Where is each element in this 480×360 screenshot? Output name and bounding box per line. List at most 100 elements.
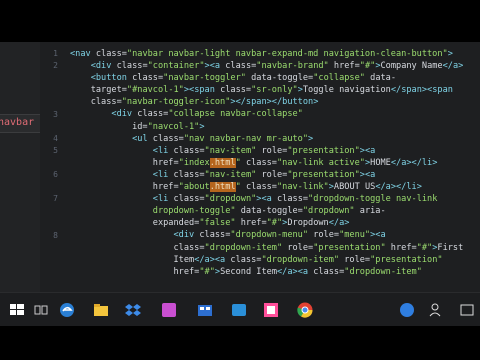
edge-icon[interactable] (58, 301, 76, 319)
code-token: "#" (359, 61, 376, 72)
code-line[interactable]: <div class="dropdown-menu" role="menu"><… (70, 229, 480, 241)
code-token: "dropdown-item" (261, 254, 340, 265)
code-token: ></span></button> (230, 97, 319, 108)
code-token: role= (256, 169, 288, 180)
code-token: > (199, 121, 205, 132)
code-token: Dropdown (287, 218, 329, 229)
code-token: class= (240, 157, 277, 168)
code-token: </a> (442, 61, 464, 72)
code-line[interactable]: <nav class="navbar navbar-light navbar-e… (70, 48, 480, 60)
code-token: "navcol-1" (147, 121, 200, 132)
code-line[interactable]: <button class="navbar-toggler" data-togg… (70, 72, 480, 84)
code-token: "presentation" (287, 145, 360, 156)
code-line[interactable]: dropdown-toggle" data-toggle="dropdown" … (70, 205, 480, 217)
code-area[interactable]: <nav class="navbar navbar-light navbar-e… (70, 48, 480, 292)
file-explorer-icon[interactable] (92, 301, 110, 319)
code-line[interactable]: href="index.html" class="nav-link active… (70, 157, 480, 169)
code-editor[interactable]: navbar 12345678 <nav class="navbar navba… (0, 42, 480, 292)
code-line[interactable]: target="#navcol-1"><span class="sr-only"… (70, 84, 480, 96)
people-icon[interactable] (428, 301, 446, 319)
windows-icon[interactable] (8, 301, 26, 319)
code-token: class= (173, 145, 205, 156)
code-line[interactable]: href="#">Second Item</a><a class="dropdo… (70, 266, 480, 278)
code-line[interactable]: <li class="nav-item" role="presentation"… (70, 145, 480, 157)
code-line[interactable]: <li class="nav-item" role="presentation"… (70, 169, 480, 181)
dropbox-icon[interactable] (124, 301, 142, 319)
app-icon[interactable] (262, 301, 280, 319)
code-token: HOME (370, 157, 391, 168)
code-token: href= (70, 157, 179, 168)
code-token: ABOUT US (333, 182, 376, 193)
app-icon[interactable] (160, 301, 178, 319)
code-line[interactable]: <div class="collapse navbar-collapse" (70, 108, 480, 120)
code-token: data- (364, 73, 397, 84)
code-token: href= (70, 266, 200, 277)
code-line[interactable]: class="dropdown-item" role="presentation… (70, 242, 480, 254)
code-line[interactable] (70, 278, 480, 290)
code-token: "navbar-toggler-icon" (121, 97, 231, 108)
windows-taskbar (0, 292, 480, 327)
code-token: "false" (199, 218, 236, 229)
code-line[interactable]: expanded="false" href="#">Dropdown</a> (70, 217, 480, 229)
code-token: "presentation" (287, 169, 360, 180)
code-line[interactable]: <ul class="nav navbar-nav mr-auto"> (70, 133, 480, 145)
code-token: ><a (204, 61, 226, 72)
code-line[interactable]: id="navcol-1"> (70, 121, 480, 133)
store-icon[interactable] (196, 301, 214, 319)
action-center-icon[interactable] (458, 301, 476, 319)
code-token: class= (70, 97, 122, 108)
code-token: "navbar-toggler" (163, 73, 246, 84)
dropbox-tray-icon[interactable] (398, 301, 416, 319)
code-token: <li (152, 145, 174, 156)
highlighted-token: .html (209, 182, 236, 193)
chrome-icon[interactable] (296, 301, 314, 319)
app-icon[interactable] (230, 301, 248, 319)
code-token: ><a (370, 230, 386, 241)
code-token: id= (70, 121, 148, 132)
code-token: href= (328, 61, 360, 72)
code-token: href= (235, 218, 267, 229)
line-number: 3 (53, 109, 58, 119)
code-token: <li (152, 169, 174, 180)
code-token: class= (199, 230, 231, 241)
code-token: href= (385, 242, 417, 253)
task-view-icon[interactable] (32, 301, 50, 319)
code-line[interactable]: href="about.html" class="nav-link">ABOUT… (70, 181, 480, 193)
code-token: aria- (354, 206, 386, 217)
code-token: <div (90, 61, 117, 72)
code-token: expanded= (70, 218, 200, 229)
code-token: "#" (199, 266, 215, 277)
code-token: class= (173, 169, 205, 180)
code-token: "dropdown-item" (344, 266, 422, 277)
code-line[interactable]: <li class="dropdown"><a class="dropdown-… (70, 193, 480, 205)
code-token: class= (220, 85, 252, 96)
code-token: Company Name (380, 61, 443, 72)
code-token: </a><a (194, 254, 231, 265)
code-token: "nav-item" (204, 169, 257, 180)
code-line[interactable]: class="navbar-toggler-icon"></span></but… (70, 96, 480, 108)
code-token: class= (137, 109, 169, 120)
code-token: ><a (359, 145, 376, 156)
code-token: "about (178, 182, 210, 193)
sidebar-selected-item[interactable]: navbar (0, 114, 40, 133)
code-token: ><a (256, 194, 277, 205)
code-token: role= (282, 242, 314, 253)
code-token: dropdown-toggle" (70, 206, 236, 217)
code-token: <button (90, 73, 133, 84)
code-token: </a></li> (375, 182, 422, 193)
code-token: "dropdown" (204, 194, 257, 205)
highlighted-token: .html (209, 157, 236, 168)
code-token: class= (230, 254, 262, 265)
code-token: "nav-link active" (276, 157, 365, 168)
code-token: "nav navbar-nav mr-auto" (183, 133, 309, 144)
code-line[interactable]: <div class="container"><a class="navbar-… (70, 60, 480, 72)
code-token: "container" (147, 61, 205, 72)
code-token: Toggle navigation (302, 85, 391, 96)
code-line[interactable]: Item</a><a class="dropdown-item" role="p… (70, 254, 480, 266)
code-token: data-toggle= (235, 206, 303, 217)
code-token: role= (256, 145, 288, 156)
